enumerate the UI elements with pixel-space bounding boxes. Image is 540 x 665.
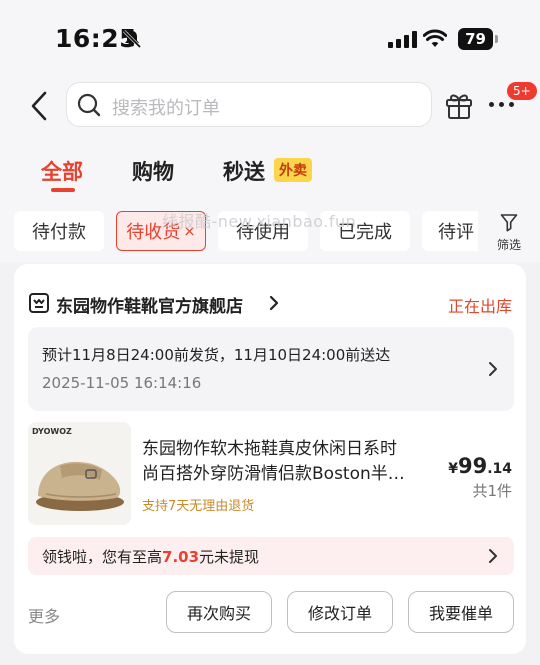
cash-reward-banner[interactable]: 领钱啦，您有至高7.03元未提现 bbox=[28, 537, 514, 575]
watermark: 线报酷-new.xianbao.fun bbox=[162, 212, 357, 231]
more-actions-link[interactable]: 更多 bbox=[28, 603, 60, 627]
tab-instant-delivery[interactable]: 秒送 bbox=[223, 156, 265, 186]
shipping-info[interactable]: 预计11月8日24:00前发货，11月10日24:00前送达 2025-11-0… bbox=[28, 327, 514, 411]
product-title-line: 东园物作软木拖鞋真皮休闲日系时 bbox=[142, 439, 397, 459]
filter-label: 筛选 bbox=[496, 238, 521, 252]
order-status: 正在出库 bbox=[447, 297, 512, 316]
urge-order-button[interactable]: 我要催单 bbox=[408, 591, 514, 633]
order-type-tabs: 全部 购物 秒送 外卖 bbox=[0, 140, 540, 200]
store-name[interactable]: 东园物作鞋靴官方旗舰店 bbox=[56, 292, 243, 317]
cellular-signal-icon bbox=[388, 31, 417, 48]
chip-label: 待付款 bbox=[32, 222, 86, 243]
button-label: 再次购买 bbox=[186, 604, 251, 623]
wifi-icon bbox=[423, 29, 447, 47]
product-title[interactable]: 东园物作软木拖鞋真皮休闲日系时 尚百搭外穿防滑情侣款Boston半… bbox=[142, 437, 442, 487]
cash-reward-text: 领钱啦，您有至高7.03元未提现 bbox=[42, 548, 260, 566]
bell-muted-icon bbox=[122, 29, 142, 49]
button-label: 修改订单 bbox=[307, 604, 372, 623]
search-placeholder: 搜索我的订单 bbox=[112, 98, 220, 119]
filter-button[interactable]: 筛选 bbox=[478, 200, 540, 262]
brand-mark: DYOWOZ bbox=[32, 427, 72, 436]
product-title-line: 尚百搭外穿防滑情侣款Boston半… bbox=[142, 464, 405, 484]
active-tab-indicator bbox=[51, 188, 75, 192]
order-time: 2025-11-05 16:14:16 bbox=[42, 374, 202, 392]
modify-order-button[interactable]: 修改订单 bbox=[287, 591, 393, 633]
tab-all[interactable]: 全部 bbox=[41, 156, 83, 186]
more-menu-icon[interactable] bbox=[489, 102, 514, 107]
rebuy-button[interactable]: 再次购买 bbox=[166, 591, 272, 633]
button-label: 我要催单 bbox=[428, 604, 493, 623]
product-quantity: 共1件 bbox=[472, 482, 512, 500]
chip-label: 待评 bbox=[438, 222, 474, 243]
search-icon bbox=[77, 93, 101, 117]
shipping-estimate: 预计11月8日24:00前发货，11月10日24:00前送达 bbox=[42, 346, 391, 364]
battery-indicator: 79 bbox=[458, 28, 498, 50]
order-card: 东园物作鞋靴官方旗舰店 正在出库 预计11月8日24:00前发货，11月10日2… bbox=[14, 264, 526, 654]
top-nav: 搜索我的订单 5+ bbox=[0, 74, 540, 140]
status-bar: 16:25 79 bbox=[0, 0, 540, 74]
chevron-right-icon bbox=[489, 362, 497, 376]
chevron-right-icon[interactable] bbox=[268, 294, 280, 312]
funnel-icon bbox=[500, 214, 518, 232]
chevron-right-icon bbox=[489, 549, 497, 563]
back-icon[interactable] bbox=[28, 88, 52, 124]
notification-badge: 5+ bbox=[507, 82, 537, 100]
search-input[interactable]: 搜索我的订单 bbox=[66, 82, 432, 127]
filter-pending-payment[interactable]: 待付款 bbox=[14, 211, 104, 251]
gift-icon[interactable] bbox=[445, 90, 473, 120]
product-price: ¥99.14 bbox=[448, 454, 512, 478]
clog-image bbox=[36, 461, 124, 511]
tab-shopping[interactable]: 购物 bbox=[132, 156, 174, 186]
takeout-badge: 外卖 bbox=[274, 158, 312, 182]
product-image[interactable]: DYOWOZ bbox=[28, 422, 131, 525]
status-filters: 待付款 待收货 × 待使用 已完成 待评 线报酷-new.xianbao.fun… bbox=[0, 200, 540, 262]
return-policy-tag: 支持7天无理由退货 bbox=[142, 499, 255, 514]
store-icon bbox=[29, 293, 49, 313]
